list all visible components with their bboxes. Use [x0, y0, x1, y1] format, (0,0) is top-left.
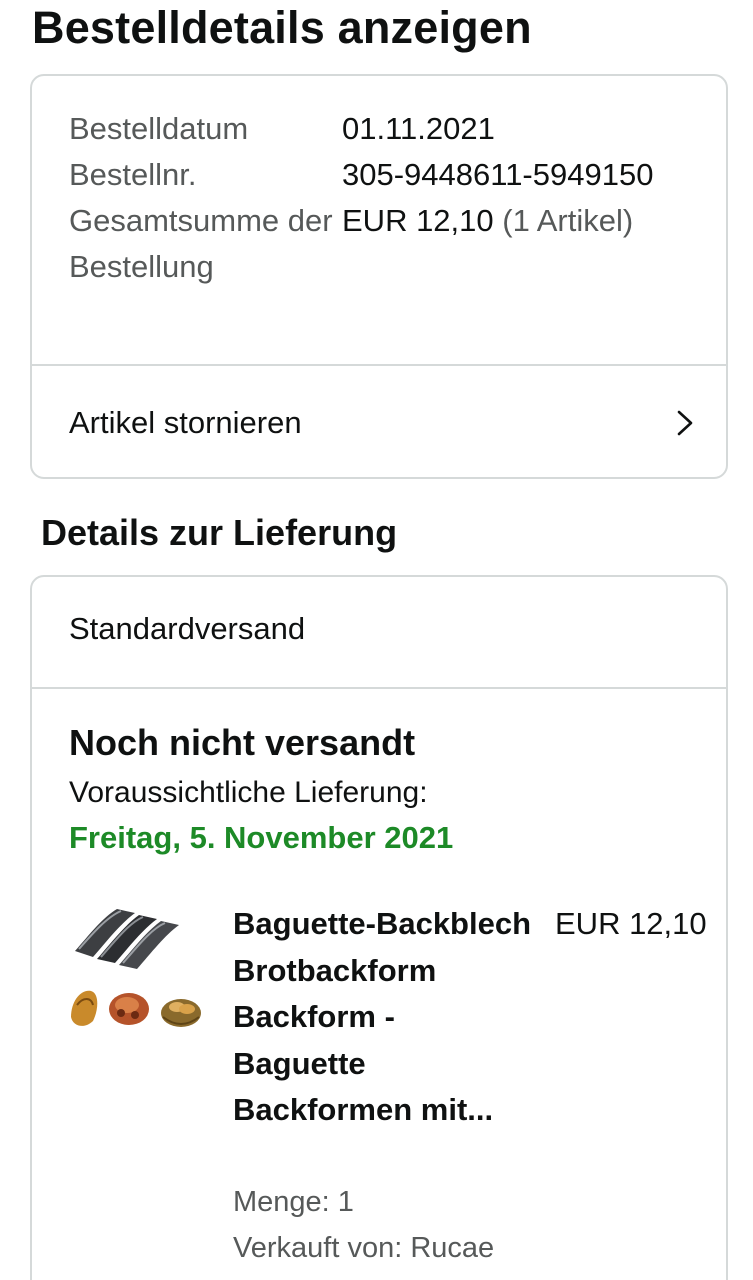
- baguette-tray-icon[interactable]: [69, 905, 209, 1035]
- product-quantity: Menge: 1: [233, 1186, 354, 1218]
- product-name-link[interactable]: Baguette-Backblech Brotbackform Backform…: [233, 901, 533, 1134]
- order-total-row: Gesamtsumme der Bestellung EUR 12,10 (1 …: [69, 198, 709, 290]
- delivery-section-title: Details zur Lieferung: [41, 512, 398, 553]
- delivery-card: Standardversand Noch nicht versandt Vora…: [30, 575, 728, 1280]
- order-date-value: 01.11.2021: [342, 111, 495, 146]
- divider: [32, 687, 726, 689]
- order-date-label: Bestelldatum: [69, 111, 249, 146]
- order-summary-grid: Bestelldatum 01.11.2021 Bestellnr. 305-9…: [69, 106, 709, 290]
- order-date-row: Bestelldatum 01.11.2021: [69, 106, 709, 152]
- order-total-value: EUR 12,10 (1 Artikel): [342, 198, 687, 290]
- order-summary-card: Bestelldatum 01.11.2021 Bestellnr. 305-9…: [30, 74, 728, 479]
- product-seller: Verkauft von: Rucae: [233, 1232, 495, 1264]
- expected-delivery-label: Voraussichtliche Lieferung:: [69, 776, 428, 809]
- order-number-value: 305-9448611-5949150: [342, 157, 654, 192]
- order-number-row: Bestellnr. 305-9448611-5949150: [69, 152, 709, 198]
- chevron-right-icon: [677, 410, 693, 435]
- product-price: EUR 12,10: [555, 906, 707, 941]
- order-details-page: Bestelldetails anzeigen Bestelldatum 01.…: [0, 0, 753, 1280]
- cancel-items-button[interactable]: Artikel stornieren: [32, 366, 726, 479]
- shipment-status: Noch nicht versandt: [69, 722, 416, 763]
- product-meta: Menge: 1 Verkauft von: Rucae: [233, 1179, 494, 1271]
- order-total-amount: EUR 12,10: [342, 203, 494, 238]
- shipment-status-block: Noch nicht versandt Voraussichtliche Lie…: [69, 717, 709, 861]
- order-number-label: Bestellnr.: [69, 157, 197, 192]
- product-item[interactable]: Baguette-Backblech Brotbackform Backform…: [69, 901, 729, 1280]
- shipping-method: Standardversand: [69, 611, 306, 646]
- cancel-items-label: Artikel stornieren: [69, 404, 302, 440]
- order-item-count: (1 Artikel): [502, 203, 634, 238]
- order-total-label: Gesamtsumme der Bestellung: [69, 203, 333, 284]
- expected-delivery-date: Freitag, 5. November 2021: [69, 820, 454, 855]
- page-title: Bestelldetails anzeigen: [32, 2, 532, 53]
